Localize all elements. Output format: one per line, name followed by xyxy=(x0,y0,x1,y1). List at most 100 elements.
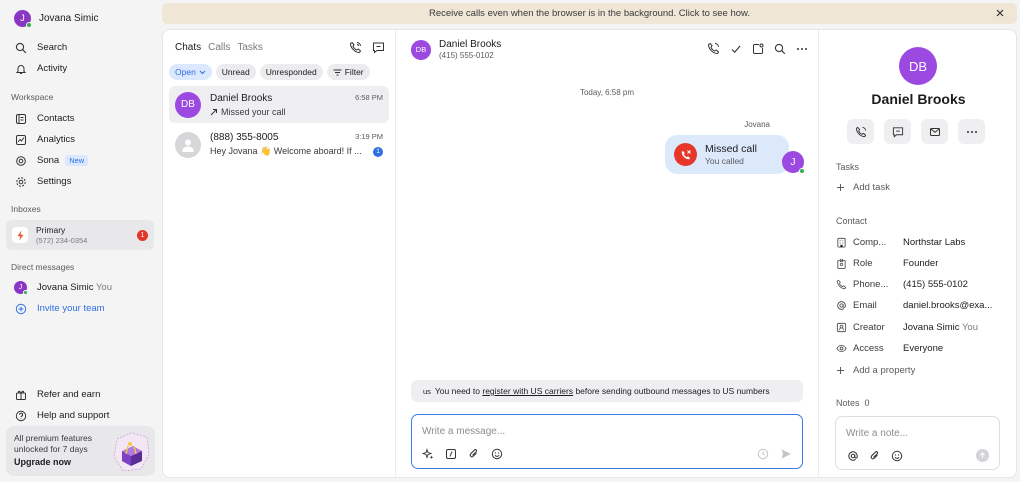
analytics-icon xyxy=(14,133,27,146)
call-icon[interactable] xyxy=(707,42,720,55)
nav-analytics[interactable]: Analytics xyxy=(6,129,154,150)
user-menu[interactable]: J Jovana Simic xyxy=(6,6,154,30)
nav-contacts[interactable]: Contacts xyxy=(6,108,154,129)
dm-self[interactable]: J Jovana Simic You xyxy=(6,277,154,298)
emoji-icon[interactable] xyxy=(490,447,503,460)
plus-icon xyxy=(837,184,844,191)
nav-settings[interactable]: Settings xyxy=(6,171,154,192)
notification-banner[interactable]: Receive calls even when the browser is i… xyxy=(162,3,1017,24)
contact-phone: (415) 555-0102 xyxy=(439,51,494,60)
inbox-unread-count: 1 xyxy=(137,229,148,241)
property-creator[interactable]: Creator Jovana Simic You xyxy=(836,322,1006,333)
nav-sona[interactable]: Sona New xyxy=(6,150,154,171)
date-divider: Today, 6:58 pm xyxy=(579,88,635,97)
avatar xyxy=(175,131,201,158)
register-carriers-link[interactable]: register with US carriers xyxy=(482,386,573,396)
send-icon[interactable] xyxy=(779,447,792,460)
nav-refer[interactable]: Refer and earn xyxy=(6,384,154,405)
outgoing-call-icon xyxy=(210,108,217,115)
note-input[interactable]: Write a note... xyxy=(846,428,908,439)
property-role[interactable]: Role Founder xyxy=(836,258,1006,269)
inboxes-heading: Inboxes xyxy=(11,204,41,214)
sparkle-icon[interactable] xyxy=(421,447,434,460)
avatar: DB xyxy=(411,39,431,60)
filter-open-dropdown[interactable]: Open xyxy=(169,64,212,80)
filter-unread[interactable]: Unread xyxy=(215,64,256,80)
avatar: J xyxy=(14,9,32,28)
filter-icon xyxy=(333,69,342,75)
property-company[interactable]: Comp... Northstar Labs xyxy=(836,237,1006,248)
invite-team-link[interactable]: Invite your team xyxy=(6,298,154,319)
more-icon[interactable] xyxy=(795,42,808,55)
attachment-icon[interactable] xyxy=(467,447,480,460)
filter-button[interactable]: Filter xyxy=(326,64,370,80)
message-input[interactable]: Write a message... xyxy=(422,426,505,437)
schedule-icon[interactable] xyxy=(756,447,769,460)
building-icon xyxy=(837,237,846,248)
filter-unresponded[interactable]: Unresponded xyxy=(259,64,323,80)
more-icon xyxy=(966,130,977,133)
message-composer[interactable]: Write a message... xyxy=(411,414,803,469)
phone-call-icon[interactable] xyxy=(349,41,362,54)
more-button[interactable] xyxy=(958,119,985,144)
conversation-item-daniel[interactable]: DB Daniel Brooks 6:58 PM Missed your call xyxy=(169,86,389,123)
contact-name: Daniel Brooks xyxy=(439,39,502,50)
property-phone[interactable]: Phone... (415) 555-0102 xyxy=(836,279,1006,290)
new-message-icon[interactable] xyxy=(372,41,385,54)
snooze-icon[interactable] xyxy=(751,42,764,55)
property-access[interactable]: Access Everyone xyxy=(836,343,1006,354)
emoji-icon[interactable] xyxy=(890,449,903,462)
contact-heading: Contact xyxy=(836,216,868,226)
bolt-icon xyxy=(12,227,28,243)
gift-icon xyxy=(14,388,27,401)
snippet-icon[interactable] xyxy=(444,447,457,460)
new-badge: New xyxy=(65,155,89,166)
check-icon[interactable] xyxy=(729,42,742,55)
unread-badge: 1 xyxy=(373,146,383,157)
avatar: J xyxy=(782,151,805,174)
person-icon xyxy=(182,139,194,152)
nav-activity[interactable]: Activity xyxy=(6,58,154,79)
help-icon xyxy=(14,409,27,422)
eye-icon xyxy=(836,344,847,353)
bell-icon xyxy=(14,62,27,75)
call-button[interactable] xyxy=(847,119,874,144)
conversation-item-unknown[interactable]: (888) 355-8005 3:19 PM Hey Jovana 👋 Welco… xyxy=(169,126,389,163)
message-button[interactable] xyxy=(884,119,911,144)
sender-name: Jovana xyxy=(744,120,770,129)
tab-tasks[interactable]: Tasks xyxy=(237,42,263,53)
mail-icon xyxy=(929,127,940,136)
sidebar: J Jovana Simic Search Activity Workspace… xyxy=(0,0,160,482)
add-property-button[interactable]: Add a property xyxy=(836,365,915,376)
notes-heading: Notes 0 xyxy=(836,398,870,408)
user-name: Jovana Simic xyxy=(39,12,99,24)
main-panel: Chats Calls Tasks Open Unread Unresponde… xyxy=(162,29,1017,478)
note-composer[interactable]: Write a note... xyxy=(835,416,1000,470)
message-icon xyxy=(892,126,903,138)
mention-icon[interactable] xyxy=(846,449,859,462)
nav-search[interactable]: Search xyxy=(6,37,154,58)
phone-icon xyxy=(836,279,847,290)
nav-help[interactable]: Help and support xyxy=(6,405,154,426)
inbox-primary[interactable]: Primary (572) 234-0354 1 xyxy=(6,220,154,250)
carrier-registration-notice: us You need to register with US carriers… xyxy=(411,380,803,402)
property-email[interactable]: Email daniel.brooks@exa... xyxy=(836,300,1006,311)
send-note-icon[interactable] xyxy=(976,449,989,462)
chat-header[interactable]: DB Daniel Brooks (415) 555-0102 xyxy=(411,39,501,60)
search-icon[interactable] xyxy=(773,42,786,55)
missed-call-icon xyxy=(674,143,697,166)
plus-icon xyxy=(837,367,844,374)
add-task-button[interactable]: Add task xyxy=(836,182,890,193)
premium-card[interactable]: All premium features unlocked for 7 days… xyxy=(6,426,155,476)
gear-icon xyxy=(14,175,27,188)
chat-panel: DB Daniel Brooks (415) 555-0102 Today, 6… xyxy=(396,30,819,477)
tab-calls[interactable]: Calls xyxy=(208,42,230,53)
chevron-down-icon xyxy=(199,70,206,74)
close-icon[interactable] xyxy=(995,8,1005,18)
missed-call-message[interactable]: Missed call You called xyxy=(665,135,789,174)
email-button[interactable] xyxy=(921,119,948,144)
tab-chats[interactable]: Chats xyxy=(175,42,201,53)
gift-box-illustration-icon xyxy=(111,431,151,473)
attachment-icon[interactable] xyxy=(868,449,881,462)
sona-icon xyxy=(14,154,27,167)
